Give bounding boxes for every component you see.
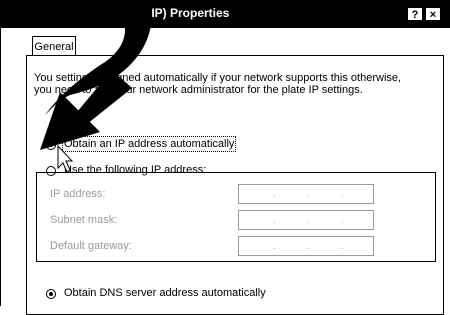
description-text: You settings assigned automatically if y… xyxy=(34,72,402,96)
window-title: /IP) Properties xyxy=(148,6,230,20)
ip-address-label: IP address: xyxy=(50,188,106,200)
default-gateway-field[interactable]: ... xyxy=(238,236,374,256)
tab-general[interactable]: General xyxy=(32,36,76,56)
subnet-mask-field[interactable]: ... xyxy=(238,210,374,230)
dns-auto-radio[interactable] xyxy=(46,289,56,299)
default-gateway-label: Default gateway: xyxy=(50,240,132,252)
subnet-mask-label: Subnet mask: xyxy=(50,214,118,226)
dns-auto-label[interactable]: Obtain DNS server address automatically xyxy=(64,287,266,299)
ip-auto-radio[interactable] xyxy=(46,140,56,150)
close-button[interactable]: × xyxy=(425,7,441,21)
help-button[interactable]: ? xyxy=(407,7,423,21)
ip-auto-label[interactable]: Obtain an IP address automatically xyxy=(61,136,237,152)
ip-address-field[interactable]: ... xyxy=(238,184,374,204)
title-bar: /IP) Properties ? × xyxy=(0,0,450,28)
